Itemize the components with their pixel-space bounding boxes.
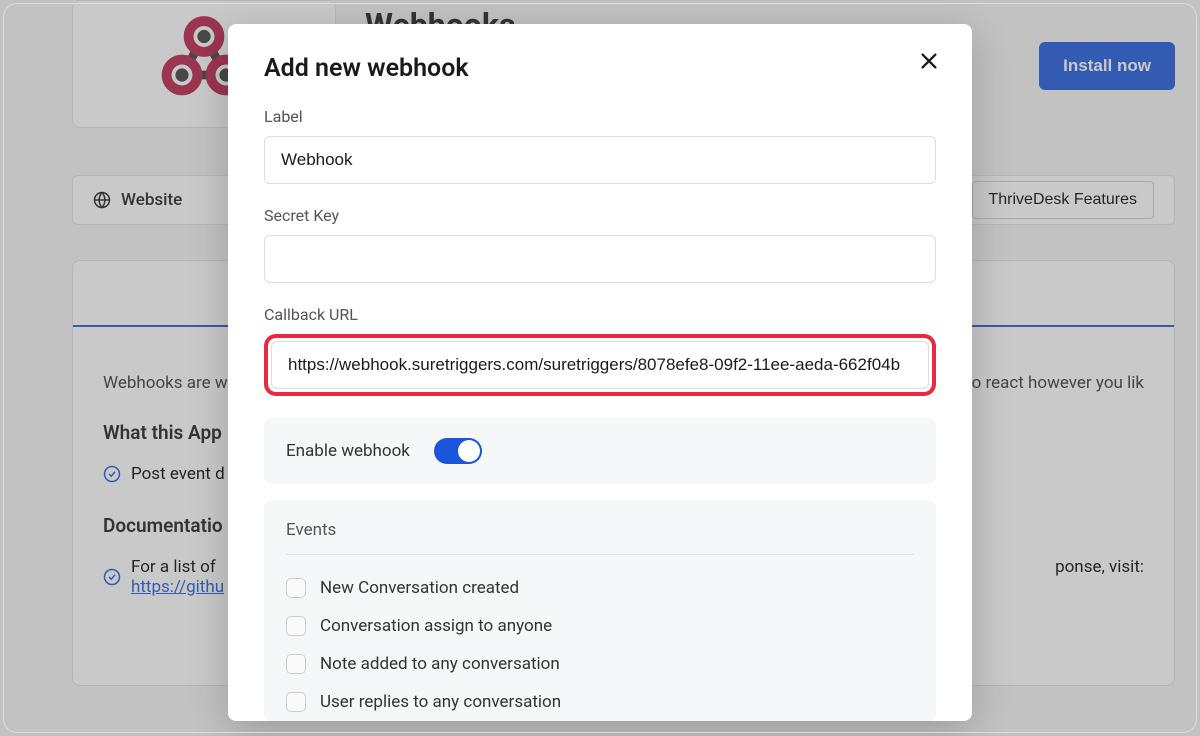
event-checkbox[interactable] — [286, 654, 306, 674]
enable-webhook-section: Enable webhook — [264, 418, 936, 484]
event-label: New Conversation created — [320, 578, 519, 598]
event-label: Conversation assign to anyone — [320, 616, 552, 636]
callback-url-input[interactable] — [271, 341, 929, 389]
events-section: Events New Conversation created Conversa… — [264, 500, 936, 721]
close-button[interactable] — [914, 46, 944, 79]
event-item: User replies to any conversation — [286, 683, 914, 721]
event-checkbox[interactable] — [286, 578, 306, 598]
event-item: Note added to any conversation — [286, 645, 914, 683]
modal-overlay: Add new webhook Label Secret Key Callbac… — [0, 0, 1200, 736]
close-icon — [918, 50, 940, 72]
label-input[interactable] — [264, 136, 936, 184]
enable-webhook-toggle[interactable] — [434, 438, 482, 464]
label-field-label: Label — [264, 107, 936, 126]
event-item: Conversation assign to anyone — [286, 607, 914, 645]
event-checkbox[interactable] — [286, 692, 306, 712]
secret-key-input[interactable] — [264, 235, 936, 283]
modal-title: Add new webhook — [264, 54, 936, 83]
add-webhook-modal: Add new webhook Label Secret Key Callbac… — [228, 24, 972, 721]
secret-key-field-label: Secret Key — [264, 206, 936, 225]
callback-url-field-label: Callback URL — [264, 305, 936, 324]
callback-url-highlight — [264, 334, 936, 396]
enable-webhook-label: Enable webhook — [286, 441, 410, 461]
events-title: Events — [286, 520, 914, 555]
event-item: New Conversation created — [286, 569, 914, 607]
event-checkbox[interactable] — [286, 616, 306, 636]
event-label: User replies to any conversation — [320, 692, 561, 712]
event-label: Note added to any conversation — [320, 654, 560, 674]
